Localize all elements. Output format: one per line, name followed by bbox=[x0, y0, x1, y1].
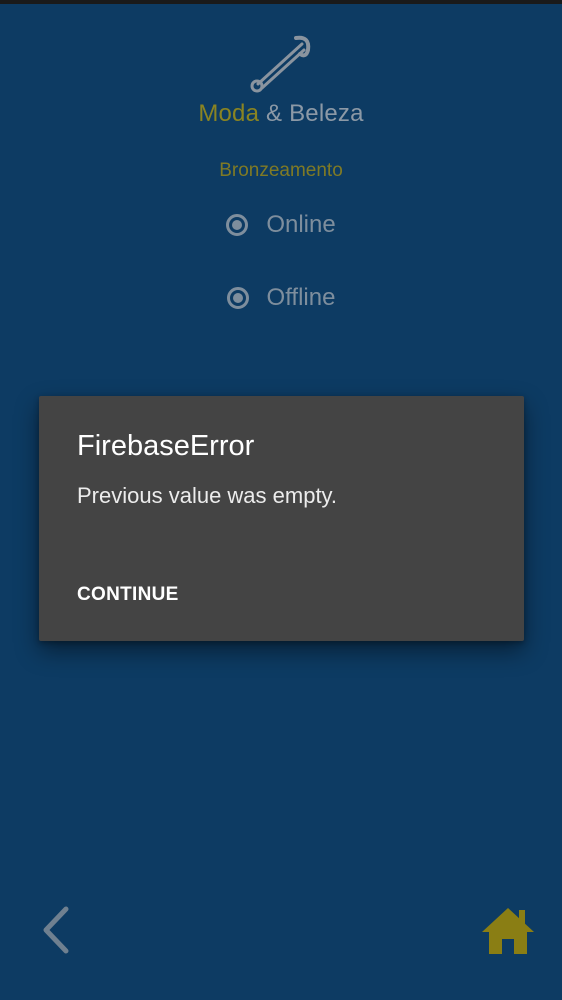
error-dialog: FirebaseError Previous value was empty. … bbox=[39, 396, 524, 641]
offline-option-label: Offline bbox=[266, 284, 336, 311]
safety-pin-icon bbox=[250, 35, 311, 93]
home-icon[interactable] bbox=[480, 904, 536, 956]
status-bar-strip bbox=[0, 0, 562, 4]
offline-radio-button[interactable] bbox=[226, 287, 249, 309]
offline-option[interactable]: Offline bbox=[0, 278, 562, 318]
online-radio-button[interactable] bbox=[226, 214, 249, 236]
brand-title-moda: Moda bbox=[198, 100, 260, 127]
chevron-left-icon[interactable] bbox=[36, 903, 76, 957]
dialog-title: FirebaseError bbox=[77, 430, 255, 462]
continue-button[interactable]: CONTINUE bbox=[65, 574, 191, 616]
online-option[interactable]: Online bbox=[0, 205, 562, 245]
brand-title: Moda & Beleza bbox=[0, 100, 562, 128]
category-subtitle: Bronzeamento bbox=[219, 160, 343, 181]
dialog-message: Previous value was empty. bbox=[77, 483, 338, 508]
brand-title-beleza: & Beleza bbox=[259, 100, 364, 127]
online-option-label: Online bbox=[266, 211, 336, 238]
